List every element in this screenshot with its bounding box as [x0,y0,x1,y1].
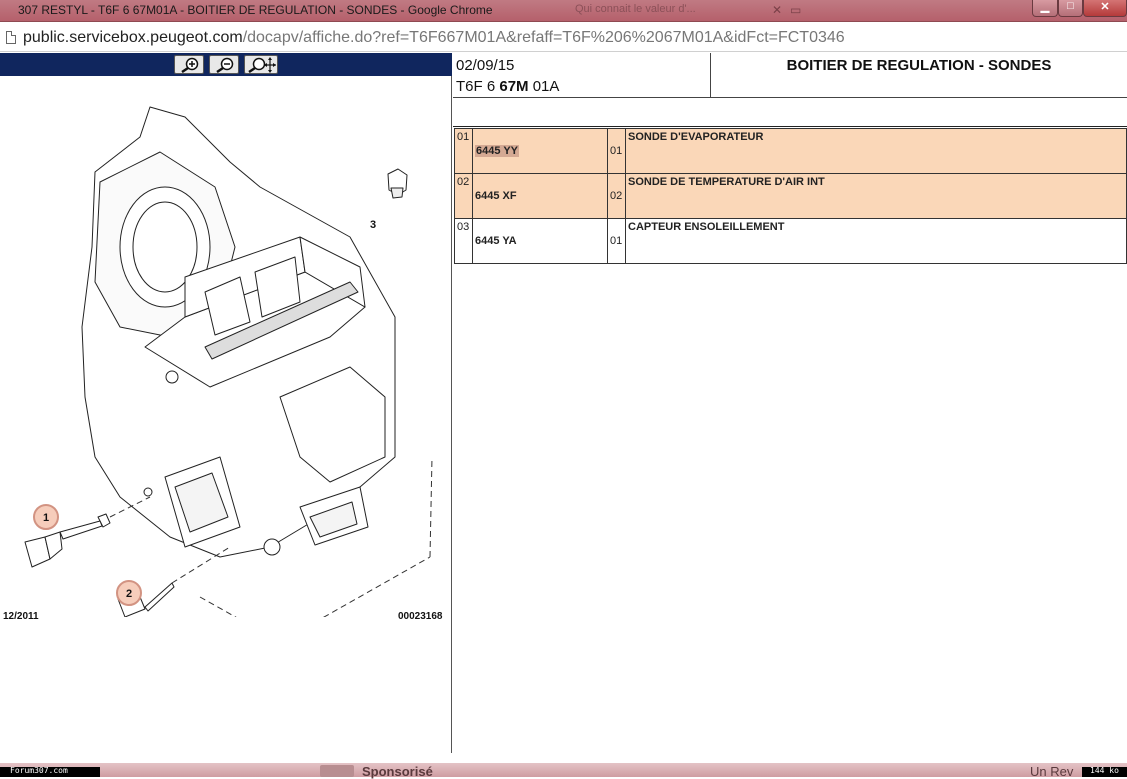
header-reference: T6F 6 67M 01A [456,78,559,95]
table-row[interactable]: 01 6445 YY 01 SONDE D'EVAPORATEUR [454,128,1127,174]
row-index: 02 [454,173,473,219]
file-size-badge: 144 ko [1082,766,1127,777]
header-spacer [453,99,1127,127]
url-text[interactable]: public.servicebox.peugeot.com/docapv/aff… [23,29,845,47]
diagram-pane: 1 2 3 12/2011 00023168 [0,53,452,753]
window-title: 307 RESTYL - T6F 6 67M01A - BOITIER DE R… [18,3,493,17]
zoom-out-button[interactable] [209,55,239,74]
ref-suffix: 01A [528,78,560,95]
url-path: /docapv/affiche.do?ref=T6F667M01A&refaff… [242,29,845,46]
callout-2-label: 2 [126,588,132,600]
footer-band [0,763,1127,777]
pan-button[interactable] [244,55,278,74]
zoom-in-button[interactable] [174,55,204,74]
row-index: 03 [454,218,473,264]
minimize-button[interactable]: ▁ [1032,0,1058,17]
zoom-toolbar [0,53,452,76]
part-quantity: 02 [607,173,626,219]
close-icon: ✕ [1100,1,1110,13]
part-reference[interactable]: 6445 XF [472,173,608,219]
part-quantity: 01 [607,128,626,174]
header-date: 02/09/15 [456,57,515,74]
part-quantity: 01 [607,218,626,264]
minimize-icon: ▁ [1040,1,1050,13]
zoom-pan-icon [248,57,276,73]
part-reference[interactable]: 6445 YA [472,218,608,264]
diagram-reference: 00023168 [398,611,443,622]
watermark-left: Forum307.com [0,766,100,777]
watermark-left-text: Forum307.com [10,766,68,775]
row-index: 01 [454,128,473,174]
maximize-icon: □ [1067,0,1074,12]
new-tab-icon[interactable]: ▭ [790,3,801,17]
part-reference-text: 6445 YY [475,145,520,157]
parts-pane: 02/09/15 T6F 6 67M 01A BOITIER DE REGULA… [453,53,1127,753]
sponsor-image [320,765,354,777]
callout-3-label: 3 [370,219,376,231]
page-icon [6,31,16,44]
parts-table: 01 6445 YY 01 SONDE D'EVAPORATEUR 02 644… [454,128,1127,264]
window-titlebar: 307 RESTYL - T6F 6 67M01A - BOITIER DE R… [0,0,1127,22]
tab-close-icon[interactable]: ✕ [772,3,782,17]
maximize-button[interactable]: □ [1058,0,1083,17]
ref-bold: 67M [499,78,529,95]
callout-2: 2 [116,580,142,606]
page-title: BOITIER DE REGULATION - SONDES [786,57,1052,74]
address-bar[interactable]: public.servicebox.peugeot.com/docapv/aff… [0,22,1127,52]
header-title-cell: BOITIER DE REGULATION - SONDES [711,53,1127,98]
part-description: SONDE DE TEMPERATURE D'AIR INT [625,173,1127,219]
table-row[interactable]: 03 6445 YA 01 CAPTEUR ENSOLEILLEMENT [454,218,1127,264]
callout-1: 1 [33,504,59,530]
callout-1-label: 1 [43,512,49,524]
bottom-strip: Forum307.com Sponsorisé Un Rev 144 ko [0,753,1127,779]
part-reference[interactable]: 6445 YY [472,128,608,174]
file-size-text: 144 ko [1090,766,1119,775]
zoom-in-icon [181,57,199,73]
part-description: CAPTEUR ENSOLEILLEMENT [625,218,1127,264]
background-tab-title[interactable]: Qui connait le valeur d'... [575,3,760,19]
header-info: 02/09/15 T6F 6 67M 01A [453,53,711,98]
url-host: public.servicebox.peugeot.com [23,29,243,46]
diagram-date: 12/2011 [3,611,39,622]
zoom-out-icon [216,57,234,73]
table-row[interactable]: 02 6445 XF 02 SONDE DE TEMPERATURE D'AIR… [454,173,1127,219]
ref-prefix: T6F 6 [456,78,500,95]
exploded-view-diagram: 1 2 3 [24,106,433,617]
close-window-button[interactable]: ✕ [1083,0,1127,17]
part-description: SONDE D'EVAPORATEUR [625,128,1127,174]
